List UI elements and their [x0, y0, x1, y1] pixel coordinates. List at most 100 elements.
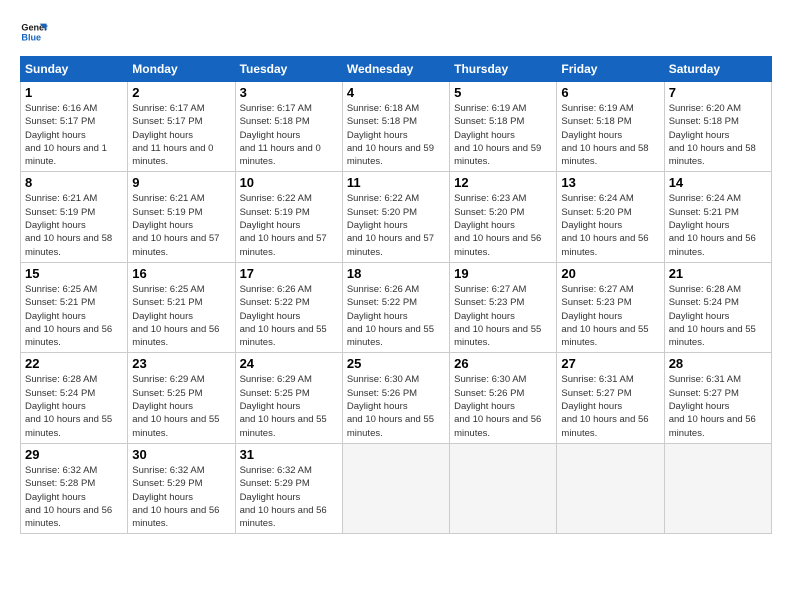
day-info: Sunrise: 6:19 AMSunset: 5:18 PMDaylight … — [454, 103, 541, 167]
day-number: 9 — [132, 175, 230, 190]
day-number: 5 — [454, 85, 552, 100]
day-number: 23 — [132, 356, 230, 371]
calendar-cell: 4 Sunrise: 6:18 AMSunset: 5:18 PMDayligh… — [342, 82, 449, 172]
day-info: Sunrise: 6:25 AMSunset: 5:21 PMDaylight … — [132, 284, 219, 348]
logo: General Blue — [20, 18, 48, 46]
day-info: Sunrise: 6:28 AMSunset: 5:24 PMDaylight … — [669, 284, 756, 348]
day-info: Sunrise: 6:27 AMSunset: 5:23 PMDaylight … — [561, 284, 648, 348]
day-number: 20 — [561, 266, 659, 281]
calendar-cell — [342, 443, 449, 533]
day-number: 22 — [25, 356, 123, 371]
calendar-cell: 29 Sunrise: 6:32 AMSunset: 5:28 PMDaylig… — [21, 443, 128, 533]
calendar-cell: 12 Sunrise: 6:23 AMSunset: 5:20 PMDaylig… — [450, 172, 557, 262]
day-number: 18 — [347, 266, 445, 281]
day-number: 15 — [25, 266, 123, 281]
weekday-header-friday: Friday — [557, 57, 664, 82]
weekday-header-thursday: Thursday — [450, 57, 557, 82]
calendar-cell: 26 Sunrise: 6:30 AMSunset: 5:26 PMDaylig… — [450, 353, 557, 443]
day-info: Sunrise: 6:21 AMSunset: 5:19 PMDaylight … — [132, 193, 219, 257]
day-number: 3 — [240, 85, 338, 100]
day-number: 1 — [25, 85, 123, 100]
day-info: Sunrise: 6:30 AMSunset: 5:26 PMDaylight … — [454, 374, 541, 438]
calendar-cell: 1 Sunrise: 6:16 AMSunset: 5:17 PMDayligh… — [21, 82, 128, 172]
day-number: 31 — [240, 447, 338, 462]
calendar-cell: 5 Sunrise: 6:19 AMSunset: 5:18 PMDayligh… — [450, 82, 557, 172]
calendar-cell: 21 Sunrise: 6:28 AMSunset: 5:24 PMDaylig… — [664, 262, 771, 352]
day-info: Sunrise: 6:32 AMSunset: 5:29 PMDaylight … — [132, 465, 219, 529]
day-info: Sunrise: 6:21 AMSunset: 5:19 PMDaylight … — [25, 193, 112, 257]
calendar-cell: 31 Sunrise: 6:32 AMSunset: 5:29 PMDaylig… — [235, 443, 342, 533]
day-number: 30 — [132, 447, 230, 462]
day-info: Sunrise: 6:25 AMSunset: 5:21 PMDaylight … — [25, 284, 112, 348]
day-number: 4 — [347, 85, 445, 100]
weekday-header-saturday: Saturday — [664, 57, 771, 82]
day-info: Sunrise: 6:30 AMSunset: 5:26 PMDaylight … — [347, 374, 434, 438]
calendar-cell: 14 Sunrise: 6:24 AMSunset: 5:21 PMDaylig… — [664, 172, 771, 262]
day-info: Sunrise: 6:17 AMSunset: 5:17 PMDaylight … — [132, 103, 213, 167]
calendar-cell: 8 Sunrise: 6:21 AMSunset: 5:19 PMDayligh… — [21, 172, 128, 262]
calendar-cell — [664, 443, 771, 533]
calendar-cell: 15 Sunrise: 6:25 AMSunset: 5:21 PMDaylig… — [21, 262, 128, 352]
day-number: 14 — [669, 175, 767, 190]
calendar-cell: 3 Sunrise: 6:17 AMSunset: 5:18 PMDayligh… — [235, 82, 342, 172]
calendar-cell: 27 Sunrise: 6:31 AMSunset: 5:27 PMDaylig… — [557, 353, 664, 443]
day-number: 19 — [454, 266, 552, 281]
day-number: 26 — [454, 356, 552, 371]
day-info: Sunrise: 6:19 AMSunset: 5:18 PMDaylight … — [561, 103, 648, 167]
day-number: 24 — [240, 356, 338, 371]
day-number: 12 — [454, 175, 552, 190]
day-number: 10 — [240, 175, 338, 190]
calendar-cell: 28 Sunrise: 6:31 AMSunset: 5:27 PMDaylig… — [664, 353, 771, 443]
calendar-cell — [450, 443, 557, 533]
day-info: Sunrise: 6:18 AMSunset: 5:18 PMDaylight … — [347, 103, 434, 167]
day-info: Sunrise: 6:31 AMSunset: 5:27 PMDaylight … — [561, 374, 648, 438]
day-info: Sunrise: 6:31 AMSunset: 5:27 PMDaylight … — [669, 374, 756, 438]
calendar-cell: 9 Sunrise: 6:21 AMSunset: 5:19 PMDayligh… — [128, 172, 235, 262]
weekday-header-tuesday: Tuesday — [235, 57, 342, 82]
calendar-cell: 24 Sunrise: 6:29 AMSunset: 5:25 PMDaylig… — [235, 353, 342, 443]
day-number: 25 — [347, 356, 445, 371]
day-number: 21 — [669, 266, 767, 281]
day-info: Sunrise: 6:26 AMSunset: 5:22 PMDaylight … — [240, 284, 327, 348]
day-info: Sunrise: 6:29 AMSunset: 5:25 PMDaylight … — [132, 374, 219, 438]
day-info: Sunrise: 6:23 AMSunset: 5:20 PMDaylight … — [454, 193, 541, 257]
day-info: Sunrise: 6:22 AMSunset: 5:19 PMDaylight … — [240, 193, 327, 257]
day-info: Sunrise: 6:29 AMSunset: 5:25 PMDaylight … — [240, 374, 327, 438]
calendar-cell: 10 Sunrise: 6:22 AMSunset: 5:19 PMDaylig… — [235, 172, 342, 262]
weekday-header-sunday: Sunday — [21, 57, 128, 82]
calendar-table: SundayMondayTuesdayWednesdayThursdayFrid… — [20, 56, 772, 534]
calendar-cell: 13 Sunrise: 6:24 AMSunset: 5:20 PMDaylig… — [557, 172, 664, 262]
calendar-cell: 18 Sunrise: 6:26 AMSunset: 5:22 PMDaylig… — [342, 262, 449, 352]
weekday-header-monday: Monday — [128, 57, 235, 82]
calendar-cell: 22 Sunrise: 6:28 AMSunset: 5:24 PMDaylig… — [21, 353, 128, 443]
calendar-cell — [557, 443, 664, 533]
day-number: 13 — [561, 175, 659, 190]
day-info: Sunrise: 6:20 AMSunset: 5:18 PMDaylight … — [669, 103, 756, 167]
day-number: 2 — [132, 85, 230, 100]
day-info: Sunrise: 6:17 AMSunset: 5:18 PMDaylight … — [240, 103, 321, 167]
day-info: Sunrise: 6:16 AMSunset: 5:17 PMDaylight … — [25, 103, 107, 167]
calendar-cell: 23 Sunrise: 6:29 AMSunset: 5:25 PMDaylig… — [128, 353, 235, 443]
day-number: 28 — [669, 356, 767, 371]
day-number: 11 — [347, 175, 445, 190]
day-number: 29 — [25, 447, 123, 462]
day-info: Sunrise: 6:22 AMSunset: 5:20 PMDaylight … — [347, 193, 434, 257]
day-number: 6 — [561, 85, 659, 100]
day-info: Sunrise: 6:26 AMSunset: 5:22 PMDaylight … — [347, 284, 434, 348]
calendar-cell: 2 Sunrise: 6:17 AMSunset: 5:17 PMDayligh… — [128, 82, 235, 172]
day-info: Sunrise: 6:28 AMSunset: 5:24 PMDaylight … — [25, 374, 112, 438]
calendar-cell: 17 Sunrise: 6:26 AMSunset: 5:22 PMDaylig… — [235, 262, 342, 352]
calendar-cell: 25 Sunrise: 6:30 AMSunset: 5:26 PMDaylig… — [342, 353, 449, 443]
calendar-cell: 30 Sunrise: 6:32 AMSunset: 5:29 PMDaylig… — [128, 443, 235, 533]
day-info: Sunrise: 6:24 AMSunset: 5:20 PMDaylight … — [561, 193, 648, 257]
calendar-cell: 20 Sunrise: 6:27 AMSunset: 5:23 PMDaylig… — [557, 262, 664, 352]
calendar-cell: 6 Sunrise: 6:19 AMSunset: 5:18 PMDayligh… — [557, 82, 664, 172]
day-number: 16 — [132, 266, 230, 281]
calendar-cell: 7 Sunrise: 6:20 AMSunset: 5:18 PMDayligh… — [664, 82, 771, 172]
day-number: 27 — [561, 356, 659, 371]
svg-text:Blue: Blue — [21, 32, 41, 42]
weekday-header-wednesday: Wednesday — [342, 57, 449, 82]
day-info: Sunrise: 6:32 AMSunset: 5:29 PMDaylight … — [240, 465, 327, 529]
day-info: Sunrise: 6:27 AMSunset: 5:23 PMDaylight … — [454, 284, 541, 348]
calendar-cell: 19 Sunrise: 6:27 AMSunset: 5:23 PMDaylig… — [450, 262, 557, 352]
